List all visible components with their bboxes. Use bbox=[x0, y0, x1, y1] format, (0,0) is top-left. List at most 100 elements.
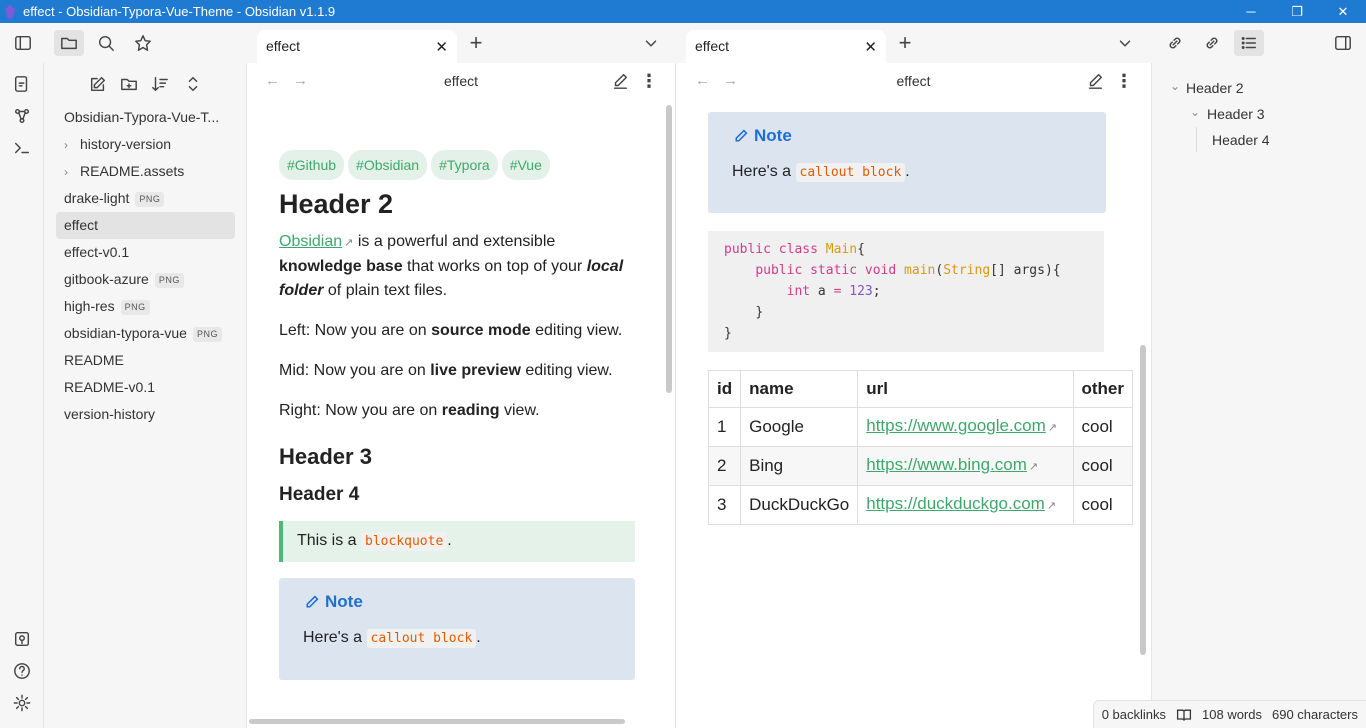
heading-3: Header 3 bbox=[279, 444, 372, 469]
obsidian-link[interactable]: Obsidian bbox=[279, 233, 342, 250]
outline-list-icon[interactable] bbox=[1234, 30, 1264, 56]
bold-text: reading bbox=[441, 402, 500, 419]
item-label: effect bbox=[64, 217, 98, 233]
backlinks-count[interactable]: 0 backlinks bbox=[1102, 707, 1166, 722]
table-header: id bbox=[707, 370, 742, 408]
folder-item[interactable]: › README.assets bbox=[56, 158, 235, 185]
collapse-all-icon[interactable] bbox=[178, 71, 208, 97]
file-item[interactable]: version-history bbox=[56, 401, 235, 428]
table-cell: https://www.bing.com ↗ bbox=[857, 446, 1074, 486]
outline-item-header-4[interactable]: Header 4 bbox=[1212, 132, 1270, 148]
help-icon[interactable] bbox=[7, 658, 37, 684]
close-window-button[interactable]: ✕ bbox=[1320, 0, 1366, 23]
inline-code: callout block bbox=[795, 163, 906, 182]
tag[interactable]: #Obsidian bbox=[348, 150, 428, 180]
open-quick-switcher-icon[interactable] bbox=[7, 71, 37, 97]
file-item[interactable]: high-res PNG bbox=[56, 293, 235, 320]
tab-label: effect bbox=[695, 38, 729, 54]
bold-text: knowledge base bbox=[279, 258, 403, 275]
minimize-button[interactable]: ─ bbox=[1228, 0, 1274, 23]
file-explorer-tab-icon[interactable] bbox=[54, 30, 84, 56]
new-tab-button[interactable]: + bbox=[461, 30, 491, 56]
tab-label: effect bbox=[266, 38, 300, 54]
outline-item-header-3[interactable]: Header 3 bbox=[1207, 106, 1265, 122]
close-tab-icon[interactable]: ✕ bbox=[864, 38, 877, 56]
horizontal-scrollbar[interactable] bbox=[249, 719, 625, 724]
file-item[interactable]: README-v0.1 bbox=[56, 374, 235, 401]
new-note-icon[interactable] bbox=[83, 71, 113, 97]
search-icon[interactable] bbox=[91, 30, 121, 56]
file-item[interactable]: README bbox=[56, 347, 235, 374]
tag[interactable]: #Vue bbox=[501, 150, 550, 180]
tag[interactable]: #Github bbox=[279, 150, 345, 180]
reading-mode-book-icon[interactable] bbox=[1176, 706, 1192, 723]
file-item[interactable]: drake-light PNG bbox=[56, 185, 235, 212]
chevron-right-icon[interactable]: › bbox=[64, 132, 80, 158]
tab-list-chevron-icon[interactable] bbox=[1110, 30, 1140, 56]
settings-gear-icon[interactable] bbox=[7, 690, 37, 716]
close-tab-icon[interactable]: ✕ bbox=[435, 38, 448, 56]
folder-item[interactable]: › history-version bbox=[56, 131, 235, 158]
maximize-button[interactable]: ❐ bbox=[1274, 0, 1320, 23]
vault-switcher-icon[interactable] bbox=[7, 626, 37, 652]
tab-effect-left[interactable]: effect ✕ bbox=[257, 30, 457, 63]
url-link[interactable]: https://duckduckgo.com bbox=[866, 494, 1045, 513]
table-cell: 3 bbox=[707, 485, 742, 525]
chevron-down-icon[interactable]: ⌄ bbox=[1190, 105, 1200, 119]
file-item[interactable]: obsidian-typora-vue PNG bbox=[56, 320, 235, 347]
item-label: drake-light bbox=[64, 190, 130, 206]
sort-order-icon[interactable] bbox=[145, 71, 175, 97]
text: is a powerful and extensible bbox=[353, 233, 556, 250]
outline-item-header-2[interactable]: Header 2 bbox=[1186, 80, 1244, 96]
editor-pane-left: ← → effect ⋮ #Github #Obsidian #Typora #Vue… bbox=[247, 63, 676, 728]
tab-list-chevron-icon[interactable] bbox=[636, 30, 666, 56]
item-label: effect-v0.1 bbox=[64, 244, 130, 260]
bookmark-star-icon[interactable] bbox=[128, 30, 158, 56]
vault-root[interactable]: Obsidian-Typora-Vue-T... bbox=[56, 104, 235, 131]
word-count: 108 words bbox=[1202, 707, 1262, 722]
external-link-icon: ↗ bbox=[1028, 461, 1039, 473]
graph-view-icon[interactable] bbox=[7, 103, 37, 129]
file-tree: Obsidian-Typora-Vue-T... › history-version… bbox=[56, 104, 235, 428]
url-link[interactable]: https://www.bing.com bbox=[866, 455, 1027, 474]
more-options-icon[interactable]: ⋮ bbox=[634, 68, 664, 94]
file-item[interactable]: gitbook-azure PNG bbox=[56, 266, 235, 293]
text: . bbox=[476, 629, 481, 646]
tag-list: #Github #Obsidian #Typora #Vue bbox=[279, 150, 635, 180]
obsidian-logo-icon bbox=[5, 4, 15, 19]
edit-mode-pencil-icon[interactable] bbox=[605, 68, 635, 94]
text: editing view. bbox=[530, 322, 623, 339]
text: of plain text files. bbox=[323, 282, 448, 299]
table-cell: cool bbox=[1072, 485, 1133, 525]
tag[interactable]: #Typora bbox=[431, 150, 498, 180]
vertical-scrollbar[interactable] bbox=[1140, 345, 1146, 655]
callout-body: Here's a callout block. bbox=[732, 160, 1082, 185]
table-cell: Bing bbox=[740, 446, 859, 486]
more-options-icon[interactable]: ⋮ bbox=[1109, 68, 1139, 94]
item-label: high-res bbox=[64, 298, 115, 314]
new-tab-button[interactable]: + bbox=[890, 30, 920, 56]
external-link-icon: ↗ bbox=[1046, 500, 1057, 512]
toggle-right-sidebar-icon[interactable] bbox=[1328, 30, 1358, 56]
bold-text: live preview bbox=[430, 362, 521, 379]
callout-body: Here's a callout block. bbox=[303, 626, 611, 651]
file-item[interactable]: effect-v0.1 bbox=[56, 239, 235, 266]
outgoing-links-icon[interactable] bbox=[1197, 30, 1227, 56]
toggle-left-sidebar-icon[interactable] bbox=[8, 30, 38, 56]
callout-note: Note Here's a callout block. bbox=[279, 578, 635, 680]
file-item[interactable]: effect bbox=[56, 212, 235, 239]
text: . bbox=[447, 532, 452, 549]
vertical-scrollbar[interactable] bbox=[666, 105, 672, 393]
table-cell: cool bbox=[1072, 446, 1133, 486]
chevron-right-icon[interactable]: › bbox=[64, 159, 80, 185]
backlinks-icon[interactable] bbox=[1160, 30, 1190, 56]
tab-effect-right[interactable]: effect ✕ bbox=[686, 30, 886, 63]
url-link[interactable]: https://www.google.com bbox=[866, 416, 1046, 435]
top-bar: effect ✕ + effect ✕ + bbox=[0, 23, 1366, 63]
new-folder-icon[interactable] bbox=[114, 71, 144, 97]
command-palette-icon[interactable] bbox=[7, 135, 37, 161]
edit-mode-pencil-icon[interactable] bbox=[1080, 68, 1110, 94]
callout-title: Note bbox=[303, 590, 611, 614]
chevron-down-icon[interactable]: ⌄ bbox=[1170, 79, 1180, 93]
indent-guide bbox=[1196, 127, 1197, 152]
